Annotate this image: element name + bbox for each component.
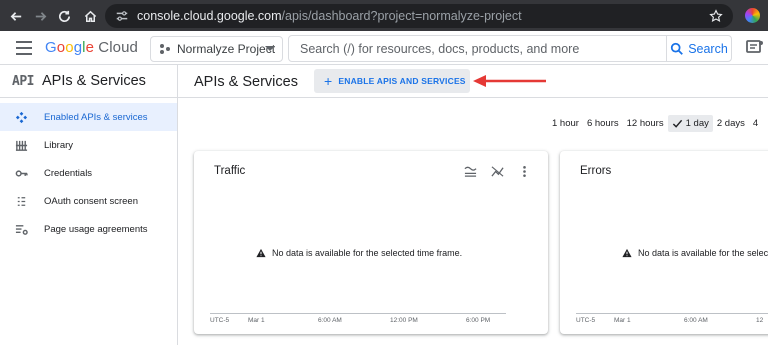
extension-icon[interactable] [745,8,760,23]
time-range-label: 1 day [685,117,709,129]
url-path: /apis/dashboard?project=normalyze-projec… [281,9,522,23]
sidebar-title: APIs & Services [41,73,146,89]
search-button-label: Search [688,41,728,56]
sidebar-item-credentials[interactable]: Credentials [0,159,177,187]
page-title: APIs & Services [194,74,298,90]
api-logo-icon: API [12,73,34,89]
x-tick: 6:00 AM [684,317,708,324]
settings-list-icon [15,225,28,235]
project-hierarchy-icon [160,44,170,54]
time-range-1-day[interactable]: 1 day [667,114,713,132]
project-picker[interactable]: Normalyze Project [150,36,283,62]
time-range-4-days[interactable]: 4 [749,115,762,132]
sidebar-item-oauth-consent[interactable]: OAuth consent screen [0,187,177,215]
page-header: APIs & Services + ENABLE APIS AND SERVIC… [178,65,768,98]
browser-toolbar: console.cloud.google.com/apis/dashboard?… [0,0,768,31]
time-range-2-days[interactable]: 2 days [713,115,749,132]
warning-icon [256,248,266,258]
x-tick: 6:00 PM [466,317,491,324]
library-icon [15,140,28,151]
notification-icon[interactable] [746,40,764,56]
api-diamond-icon [15,111,28,124]
url-domain: console.cloud.google.com [137,9,282,23]
reload-icon[interactable] [52,4,76,28]
time-range-6-hours[interactable]: 6 hours [583,115,623,132]
no-data-message: No data is available for the selecte [622,248,768,258]
enable-apis-label: ENABLE APIS AND SERVICES [338,76,466,86]
x-axis [210,313,506,314]
card-toolbar [464,165,531,179]
sidebar-item-label: Credentials [44,167,93,179]
chevron-down-icon [265,46,275,51]
sidebar-item-label: Library [44,139,74,151]
key-icon [15,170,28,177]
sidebar-item-page-usage[interactable]: Page usage agreements [0,215,177,243]
timezone-label: UTC-5 [576,317,596,324]
annotation-arrow-icon [473,75,546,87]
sidebar-item-enabled-apis[interactable]: Enabled APIs & services [0,103,177,131]
x-tick: Mar 1 [248,317,265,324]
x-axis [576,313,768,314]
errors-card: Errors No data is available for the sele… [560,151,768,334]
traffic-card: Traffic No data is available for the sel… [194,151,548,334]
google-cloud-logo[interactable]: Google Cloud [45,39,138,56]
card-title: Traffic [214,165,246,177]
more-vert-icon[interactable] [518,165,531,178]
search-bar: Search [288,35,732,62]
search-button[interactable]: Search [666,36,731,61]
home-icon[interactable] [78,4,102,28]
hamburger-menu-icon[interactable] [16,41,32,55]
no-data-text: No data is available for the selecte [638,248,768,258]
enable-apis-button[interactable]: + ENABLE APIS AND SERVICES [314,69,470,93]
legend-toggle-icon[interactable] [464,165,477,178]
forward-arrow-icon[interactable] [28,4,52,28]
sidebar-item-library[interactable]: Library [0,131,177,159]
search-input[interactable] [289,36,667,61]
time-range-selector: 1 hour 6 hours 12 hours 1 day 2 days 4 [548,114,762,132]
x-tick: 12:00 PM [390,317,418,324]
no-data-text: No data is available for the selected ti… [272,248,463,258]
no-data-message: No data is available for the selected ti… [256,248,462,258]
x-tick: 6:00 AM [318,317,342,324]
warning-icon [622,248,632,258]
sidebar-item-label: OAuth consent screen [44,195,138,207]
back-arrow-icon[interactable] [4,4,28,28]
sidebar: API APIs & Services Enabled APIs & servi… [0,65,178,345]
site-info-icon[interactable] [115,9,129,23]
project-name: Normalyze Project [177,42,276,56]
plus-icon: + [324,73,333,89]
card-title: Errors [580,165,612,177]
address-bar[interactable]: console.cloud.google.com/apis/dashboard?… [105,4,733,28]
consent-icon [17,197,26,206]
console-header: Google Cloud Normalyze Project Search [0,31,768,65]
time-range-1-hour[interactable]: 1 hour [548,115,583,132]
check-icon [672,119,682,128]
sidebar-item-label: Page usage agreements [44,223,148,235]
explore-chart-icon[interactable] [491,165,504,178]
search-icon [671,42,684,55]
x-tick: 12 [756,317,764,324]
bookmark-star-icon[interactable] [709,9,723,23]
x-tick: Mar 1 [614,317,631,324]
time-range-12-hours[interactable]: 12 hours [623,115,668,132]
timezone-label: UTC-5 [210,317,230,324]
sidebar-header: API APIs & Services [0,65,177,98]
sidebar-item-label: Enabled APIs & services [44,111,148,123]
